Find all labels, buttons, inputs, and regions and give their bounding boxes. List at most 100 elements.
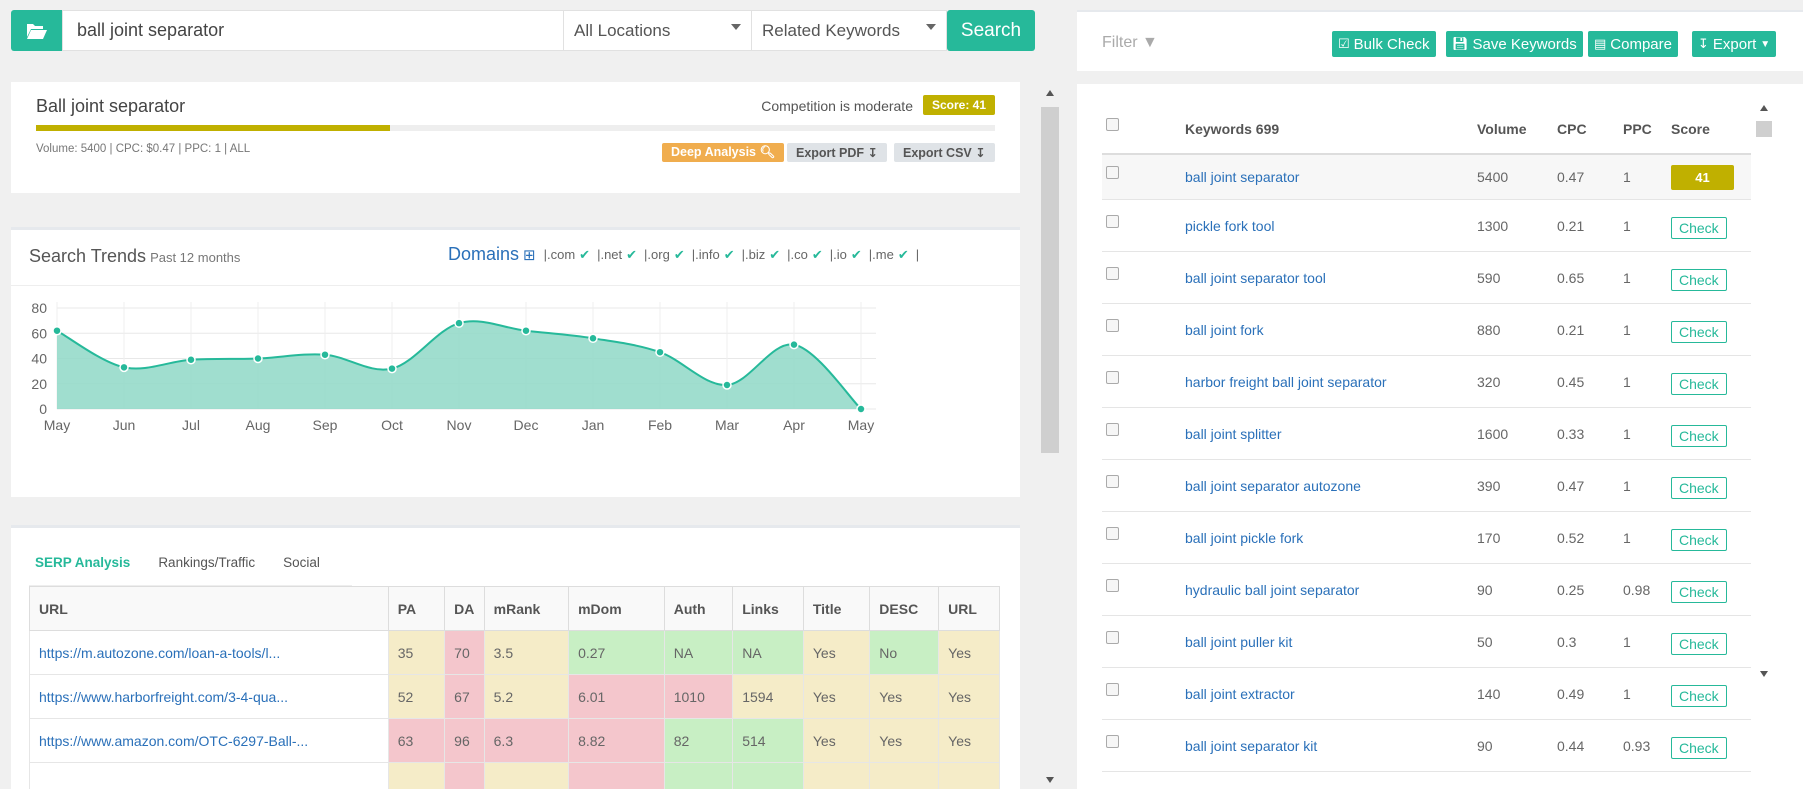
scroll-down-icon[interactable]: [1046, 777, 1054, 783]
check-button[interactable]: Check: [1671, 528, 1727, 551]
data-point: [320, 349, 330, 360]
domain-toggle[interactable]: |.io ✔: [830, 247, 862, 263]
domain-toggle[interactable]: |.org ✔: [644, 247, 685, 263]
keyword-checkbox[interactable]: [1106, 214, 1119, 228]
keyword-checkbox[interactable]: [1106, 266, 1119, 280]
keyword-link[interactable]: ball joint extractor: [1185, 686, 1295, 702]
keyword-link[interactable]: ball joint pickle fork: [1185, 530, 1303, 546]
col-cpc[interactable]: CPC: [1557, 121, 1587, 137]
col-pa[interactable]: PA: [387, 586, 446, 631]
keyword-checkbox[interactable]: [1106, 422, 1119, 436]
mode-select[interactable]: Related Keywords: [752, 10, 947, 51]
keyword-link[interactable]: ball joint separator tool: [1185, 270, 1326, 286]
keyword-link[interactable]: hydraulic ball joint separator: [1185, 582, 1359, 598]
serp-url-link[interactable]: https://m.autozone.com/loan-a-tools/l...: [29, 630, 389, 675]
scrollbar-thumb[interactable]: [1756, 121, 1772, 137]
scroll-down-icon[interactable]: [1760, 671, 1768, 677]
open-folder-button[interactable]: [11, 10, 62, 51]
keyword-checkbox[interactable]: [1106, 318, 1119, 332]
col-title[interactable]: Title: [802, 586, 871, 631]
check-button[interactable]: Check: [1671, 216, 1727, 239]
keyword-link[interactable]: pickle fork tool: [1185, 218, 1274, 234]
col-mdom[interactable]: mDom: [568, 586, 665, 631]
keyword-row: ball joint pickle fork 170 0.52 1 Check: [1102, 512, 1751, 564]
domain-toggle[interactable]: |.me ✔: [869, 247, 909, 263]
deep-analysis-button[interactable]: Deep Analysis 🔍︎: [662, 143, 785, 162]
keyword-link[interactable]: ball joint separator: [1185, 169, 1299, 185]
domain-toggle[interactable]: |.com ✔: [544, 247, 590, 263]
check-button[interactable]: Check: [1671, 268, 1727, 291]
check-button[interactable]: Check: [1671, 580, 1727, 603]
select-all-checkbox[interactable]: [1106, 118, 1119, 131]
check-button[interactable]: Check: [1671, 684, 1727, 707]
right-scrollbar[interactable]: [1755, 103, 1773, 789]
save-keywords-button[interactable]: 💾︎ Save Keywords: [1446, 31, 1583, 57]
col-desc[interactable]: DESC: [869, 586, 940, 631]
tab-serp-analysis[interactable]: SERP Analysis: [29, 555, 144, 585]
domain-toggle[interactable]: |.net ✔: [597, 247, 637, 263]
col-mrank[interactable]: mRank: [483, 586, 570, 631]
serp-url-link[interactable]: [29, 762, 389, 789]
check-button[interactable]: Check: [1671, 632, 1727, 655]
col-url[interactable]: URL: [29, 586, 389, 631]
check-button[interactable]: Check: [1671, 736, 1727, 759]
keyword-link[interactable]: ball joint separator kit: [1185, 738, 1317, 754]
keyword-link[interactable]: ball joint separator autozone: [1185, 478, 1361, 494]
keyword-checkbox[interactable]: [1106, 578, 1119, 592]
search-input[interactable]: ball joint separator: [62, 10, 564, 51]
col-volume[interactable]: Volume: [1477, 121, 1527, 137]
scrollbar-thumb[interactable]: [1041, 107, 1059, 453]
keyword-link[interactable]: harbor freight ball joint separator: [1185, 374, 1387, 390]
plus-square-icon[interactable]: ⊞: [523, 246, 536, 264]
keyword-checkbox[interactable]: [1106, 166, 1119, 179]
col-links[interactable]: Links: [732, 586, 804, 631]
tab-rankings-traffic[interactable]: Rankings/Traffic: [144, 555, 269, 585]
keyword-checkbox[interactable]: [1106, 734, 1119, 748]
col-url-check[interactable]: URL: [938, 586, 1000, 631]
keyword-link[interactable]: ball joint puller kit: [1185, 634, 1292, 650]
bulk-check-button[interactable]: ☑ Bulk Check: [1332, 31, 1436, 57]
check-button[interactable]: Check: [1671, 320, 1727, 343]
keyword-checkbox[interactable]: [1106, 682, 1119, 696]
keyword-volume: 170: [1477, 529, 1501, 546]
check-button[interactable]: Check: [1671, 372, 1727, 395]
col-score[interactable]: Score: [1671, 121, 1710, 137]
keyword-checkbox[interactable]: [1106, 526, 1119, 540]
export-csv-button[interactable]: Export CSV ↧: [894, 143, 995, 162]
check-button[interactable]: Check: [1671, 476, 1727, 499]
data-point: [655, 347, 665, 357]
scroll-up-icon[interactable]: [1046, 90, 1054, 96]
keyword-score-cell: Check: [1671, 525, 1727, 551]
search-button[interactable]: Search: [947, 10, 1035, 51]
col-auth[interactable]: Auth: [663, 586, 734, 631]
x-tick-label: May: [848, 417, 874, 433]
serp-table: URL PA DA mRank mDom Auth Links Title DE…: [29, 586, 1000, 789]
keyword-link[interactable]: ball joint splitter: [1185, 426, 1282, 442]
serp-url-link[interactable]: https://www.harborfreight.com/3-4-qua...: [29, 674, 389, 719]
col-da[interactable]: DA: [444, 586, 485, 631]
export-pdf-button[interactable]: Export PDF ↧: [787, 143, 888, 162]
compare-button[interactable]: ▤ Compare: [1588, 31, 1678, 57]
col-ppc[interactable]: PPC: [1623, 121, 1652, 137]
scroll-up-icon[interactable]: [1760, 105, 1768, 111]
keyword-link[interactable]: ball joint fork: [1185, 322, 1264, 338]
domain-toggle[interactable]: |.co ✔: [787, 247, 823, 263]
domain-toggle[interactable]: |.info ✔: [692, 247, 735, 263]
keyword-checkbox[interactable]: [1106, 370, 1119, 384]
domain-toggle[interactable]: |: [916, 247, 919, 262]
check-button[interactable]: Check: [1671, 424, 1727, 447]
keyword-checkbox[interactable]: [1106, 630, 1119, 644]
export-button[interactable]: ↧ Export ▼: [1692, 31, 1777, 57]
serp-cell: 63: [387, 718, 446, 763]
keyword-checkbox[interactable]: [1106, 474, 1119, 488]
domain-label: |.com: [543, 247, 576, 262]
left-scrollbar[interactable]: [1041, 87, 1059, 789]
filter-button[interactable]: Filter ▼: [1102, 34, 1158, 52]
domain-toggle[interactable]: |.biz ✔: [742, 247, 781, 263]
tab-social[interactable]: Social: [269, 555, 334, 585]
keyword-cpc: 0.33: [1557, 425, 1585, 442]
col-keywords[interactable]: Keywords 699: [1185, 121, 1279, 137]
location-select[interactable]: All Locations: [564, 10, 752, 51]
serp-cell: 70: [444, 630, 485, 675]
serp-url-link[interactable]: https://www.amazon.com/OTC-6297-Ball-...: [29, 718, 389, 763]
